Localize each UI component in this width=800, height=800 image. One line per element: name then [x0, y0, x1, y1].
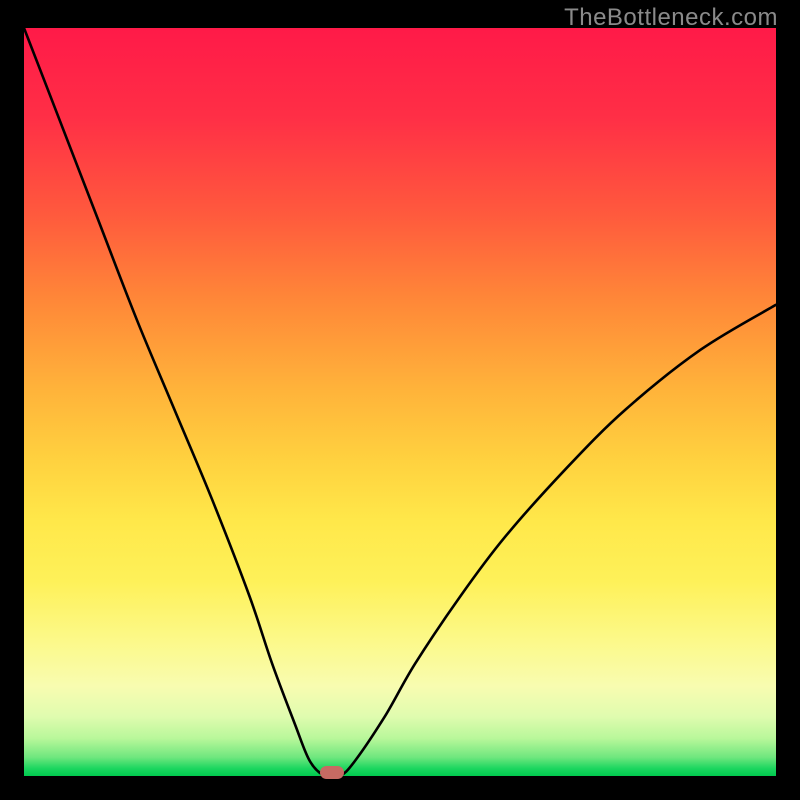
optimal-point-marker — [320, 766, 344, 779]
bottleneck-chart — [24, 28, 776, 776]
bottleneck-curve — [24, 28, 776, 776]
